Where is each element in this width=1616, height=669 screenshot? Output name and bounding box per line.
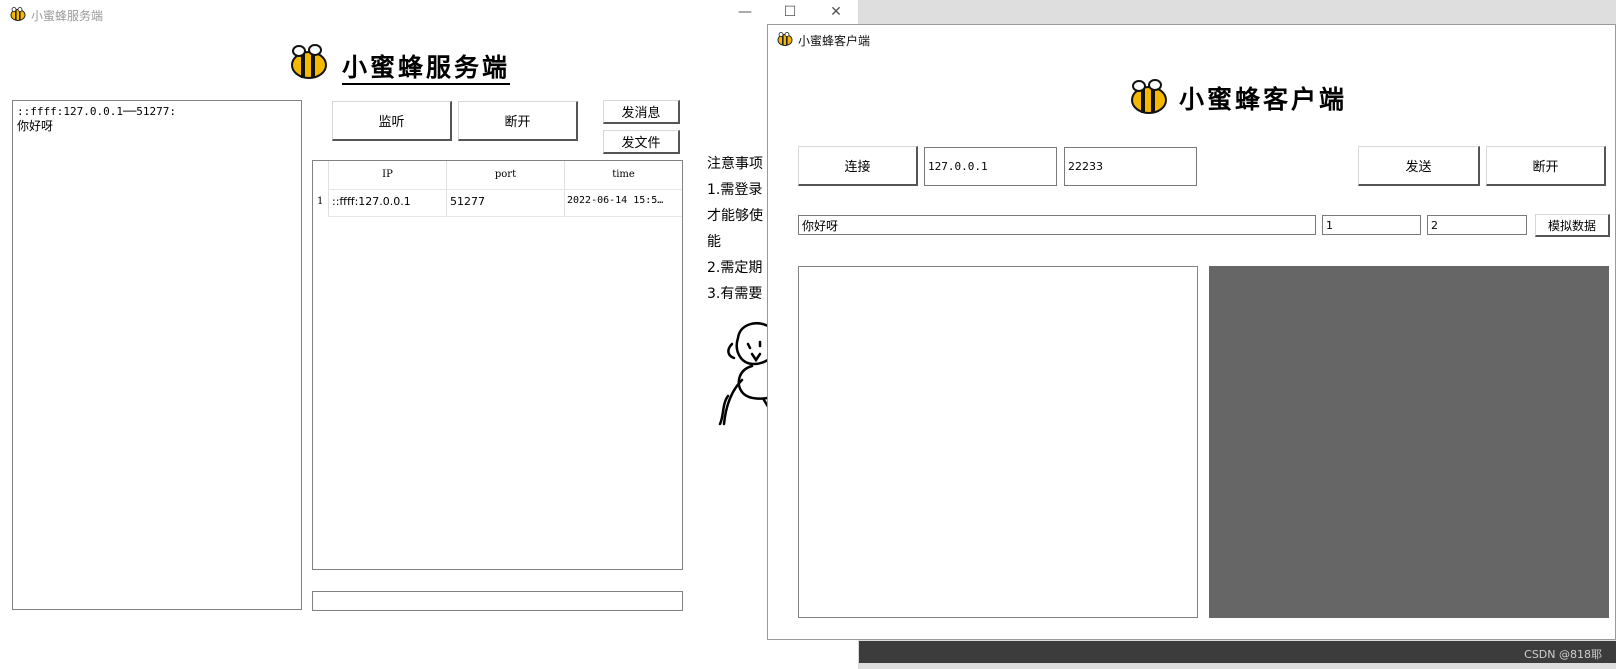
simulate-data-button[interactable]: 模拟数据 bbox=[1535, 214, 1610, 237]
server-message-log[interactable]: ::ffff:127.0.0.1──51277: 你好呀 bbox=[12, 100, 302, 610]
listen-button[interactable]: 监听 bbox=[332, 101, 452, 141]
server-window-title: 小蜜蜂服务端 bbox=[31, 9, 104, 23]
client-table[interactable]: IP port time 1 ::ffff:127.0.0.1 51277 20… bbox=[312, 160, 683, 570]
bee-app-icon bbox=[777, 32, 793, 46]
server-titlebar[interactable]: 小蜜蜂服务端 — ☐ ✕ bbox=[0, 0, 858, 28]
log-line: ::ffff:127.0.0.1──51277: bbox=[17, 105, 176, 118]
client-window: 小蜜蜂客户端 小蜜蜂客户端 连接 127.0.0.1 22233 发送 断开 你… bbox=[767, 24, 1616, 640]
minimize-icon[interactable]: — bbox=[730, 4, 760, 20]
client-disconnect-button[interactable]: 断开 bbox=[1486, 146, 1606, 186]
close-icon[interactable]: ✕ bbox=[821, 4, 851, 20]
bee-logo-icon bbox=[291, 44, 327, 79]
table-row[interactable]: 1 ::ffff:127.0.0.1 51277 2022-06-14 15:5… bbox=[313, 190, 682, 216]
message-input[interactable]: 你好呀 bbox=[798, 215, 1316, 235]
send-message-button[interactable]: 发消息 bbox=[603, 100, 680, 124]
client-titlebar[interactable]: 小蜜蜂客户端 bbox=[768, 25, 1615, 51]
server-input-field[interactable] bbox=[312, 591, 683, 611]
log-line: 你好呀 bbox=[17, 119, 54, 133]
server-heading: 小蜜蜂服务端 bbox=[342, 48, 511, 85]
send-file-button[interactable]: 发文件 bbox=[603, 130, 680, 154]
port-input[interactable]: 22233 bbox=[1064, 147, 1197, 186]
send-button[interactable]: 发送 bbox=[1358, 146, 1480, 186]
row-divider bbox=[328, 216, 682, 217]
watermark: CSDN @818耶 bbox=[1524, 648, 1602, 661]
server-disconnect-button[interactable]: 断开 bbox=[458, 101, 578, 141]
param-input-2[interactable]: 2 bbox=[1427, 215, 1527, 235]
table-header-time[interactable]: time bbox=[565, 169, 682, 180]
server-window: 小蜜蜂服务端 — ☐ ✕ 小蜜蜂服务端 ::ffff:127.0.0.1──51… bbox=[0, 0, 859, 669]
bee-logo-icon bbox=[1131, 79, 1167, 114]
table-header-ip[interactable]: IP bbox=[329, 169, 446, 180]
maximize-icon[interactable]: ☐ bbox=[775, 4, 805, 20]
param-input-1[interactable]: 1 bbox=[1322, 215, 1421, 235]
ip-input[interactable]: 127.0.0.1 bbox=[924, 147, 1057, 186]
doodle-illustration bbox=[718, 322, 773, 426]
client-heading: 小蜜蜂客户端 bbox=[1179, 85, 1348, 114]
bee-app-icon bbox=[10, 7, 26, 21]
server-heading-text: 小蜜蜂服务端 bbox=[342, 53, 511, 85]
cell-ip: ::ffff:127.0.0.1 bbox=[332, 195, 411, 208]
row-index: 1 bbox=[317, 196, 324, 207]
client-display-panel bbox=[1209, 266, 1609, 618]
client-message-area[interactable] bbox=[798, 266, 1198, 618]
cell-port: 51277 bbox=[450, 195, 485, 208]
table-header-port[interactable]: port bbox=[447, 169, 564, 180]
connect-button[interactable]: 连接 bbox=[798, 146, 918, 186]
client-window-title: 小蜜蜂客户端 bbox=[798, 34, 871, 48]
taskbar bbox=[859, 641, 1616, 663]
cell-time: 2022-06-14 15:5… bbox=[567, 195, 664, 206]
